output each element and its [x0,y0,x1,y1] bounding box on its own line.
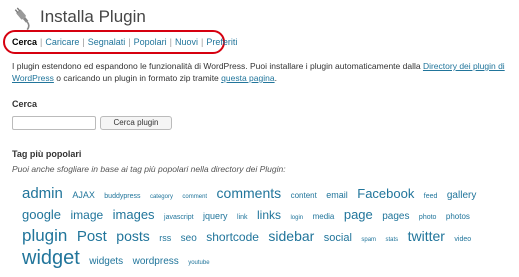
tag-link-widgets[interactable]: widgets [89,256,123,267]
plugin-icon [14,7,30,30]
tag-link-seo[interactable]: seo [181,233,197,244]
tag-link-rss[interactable]: rss [159,233,171,243]
tag-cloud: admin AJAX buddypress category comment c… [22,184,506,272]
search-plugins-button[interactable]: Cerca plugin [100,116,172,130]
upload-page-link[interactable]: questa pagina [221,73,274,83]
tag-link-plugin[interactable]: plugin [22,226,67,245]
tag-link-login[interactable]: login [290,215,303,221]
tag-link-google[interactable]: google [22,207,61,222]
tag-link-link[interactable]: link [237,214,248,221]
intro-text-part1: I plugin estendono ed espandono le funzi… [12,61,423,71]
page-title: Installa Plugin [40,7,146,26]
tag-link-images[interactable]: images [113,207,155,222]
tag-link-content[interactable]: content [291,191,317,200]
tag-link-twitter[interactable]: twitter [408,228,445,244]
tag-link-comment[interactable]: comment [182,194,207,200]
tag-link-youtube[interactable]: youtube [188,260,209,266]
tag-link-comments[interactable]: comments [217,185,282,201]
tag-link-sidebar[interactable]: sidebar [268,228,314,244]
subnav-separator: | [128,37,131,47]
subnav-separator: | [40,37,43,47]
tag-link-image[interactable]: image [71,208,104,222]
tag-link-social[interactable]: social [324,232,352,244]
tag-link-buddypress[interactable]: buddypress [104,193,140,200]
popular-tags-description: Puoi anche sfogliare in base ai tag più … [12,164,286,174]
popular-tags-title: Tag più popolari [12,149,82,159]
tag-link-shortcode[interactable]: shortcode [206,230,259,244]
subnav-popolari[interactable]: Popolari [134,37,167,47]
tag-link-media[interactable]: media [313,212,335,221]
tag-link-feed[interactable]: feed [424,193,438,200]
tag-link-pages[interactable]: pages [382,211,409,222]
tag-link-photos[interactable]: photos [446,212,470,221]
tag-link-links[interactable]: links [257,208,281,222]
tag-link-page[interactable]: page [344,207,373,222]
intro-text-part3: . [274,73,277,83]
plugin-subnav: Cerca | Caricare | Segnalati | Popolari | Nuovi |… [12,37,237,47]
tag-link-widget[interactable]: widget [22,247,80,269]
tag-link-ajax[interactable]: AJAX [72,190,95,200]
tag-link-wordpress[interactable]: wordpress [133,256,179,267]
subnav-segnalati[interactable]: Segnalati [88,37,126,47]
tag-link-gallery[interactable]: gallery [447,190,476,201]
tag-link-spam[interactable]: spam [361,237,376,243]
tag-link-admin[interactable]: admin [22,185,63,202]
tag-link-category[interactable]: category [150,194,173,200]
tag-link-javascript[interactable]: javascript [164,214,194,221]
intro-text-part2: o caricando un plugin in formato zip tra… [53,73,222,83]
subnav-nuovi[interactable]: Nuovi [175,37,198,47]
subnav-caricare[interactable]: Caricare [45,37,79,47]
tag-link-jquery[interactable]: jquery [203,211,228,221]
tag-link-photo[interactable]: photo [419,214,437,221]
search-section-title: Cerca [12,99,38,109]
tag-link-email[interactable]: email [326,190,348,200]
subnav-preferiti[interactable]: Preferiti [206,37,237,47]
subnav-separator: | [201,37,204,47]
tag-link-facebook[interactable]: Facebook [357,186,414,201]
subnav-cerca[interactable]: Cerca [12,37,37,47]
tag-link-video[interactable]: video [454,236,471,243]
tag-link-post[interactable]: Post [77,228,107,245]
intro-text: I plugin estendono ed espandono le funzi… [12,60,512,84]
search-input[interactable] [12,116,96,130]
subnav-separator: | [169,37,172,47]
tag-link-posts[interactable]: posts [116,228,149,244]
tag-link-stats[interactable]: stats [385,237,398,243]
subnav-separator: | [82,37,85,47]
